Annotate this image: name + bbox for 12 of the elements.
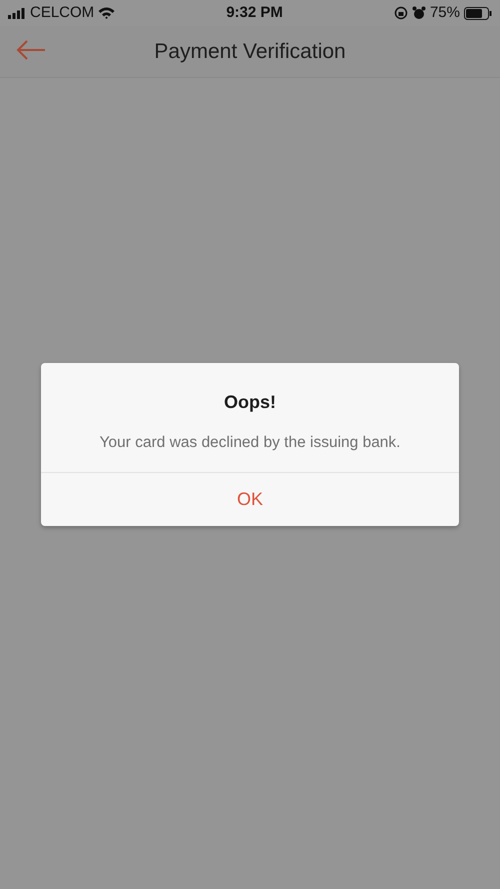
- clock-time: 9:32 PM: [226, 2, 283, 23]
- dialog-title: Oops!: [223, 390, 277, 414]
- battery-percent: 75%: [430, 2, 460, 23]
- back-arrow-icon[interactable]: [16, 40, 46, 60]
- page-title: Payment Verification: [154, 38, 346, 65]
- dialog-message: Your card was declined by the issuing bank.: [98, 432, 402, 453]
- signal-icon: [8, 8, 26, 18]
- ok-button[interactable]: OK: [41, 472, 459, 526]
- wifi-icon: [98, 7, 116, 19]
- carrier-name: CELCOM: [30, 2, 94, 23]
- rotation-lock-icon: [394, 6, 408, 20]
- battery-icon: [464, 6, 492, 20]
